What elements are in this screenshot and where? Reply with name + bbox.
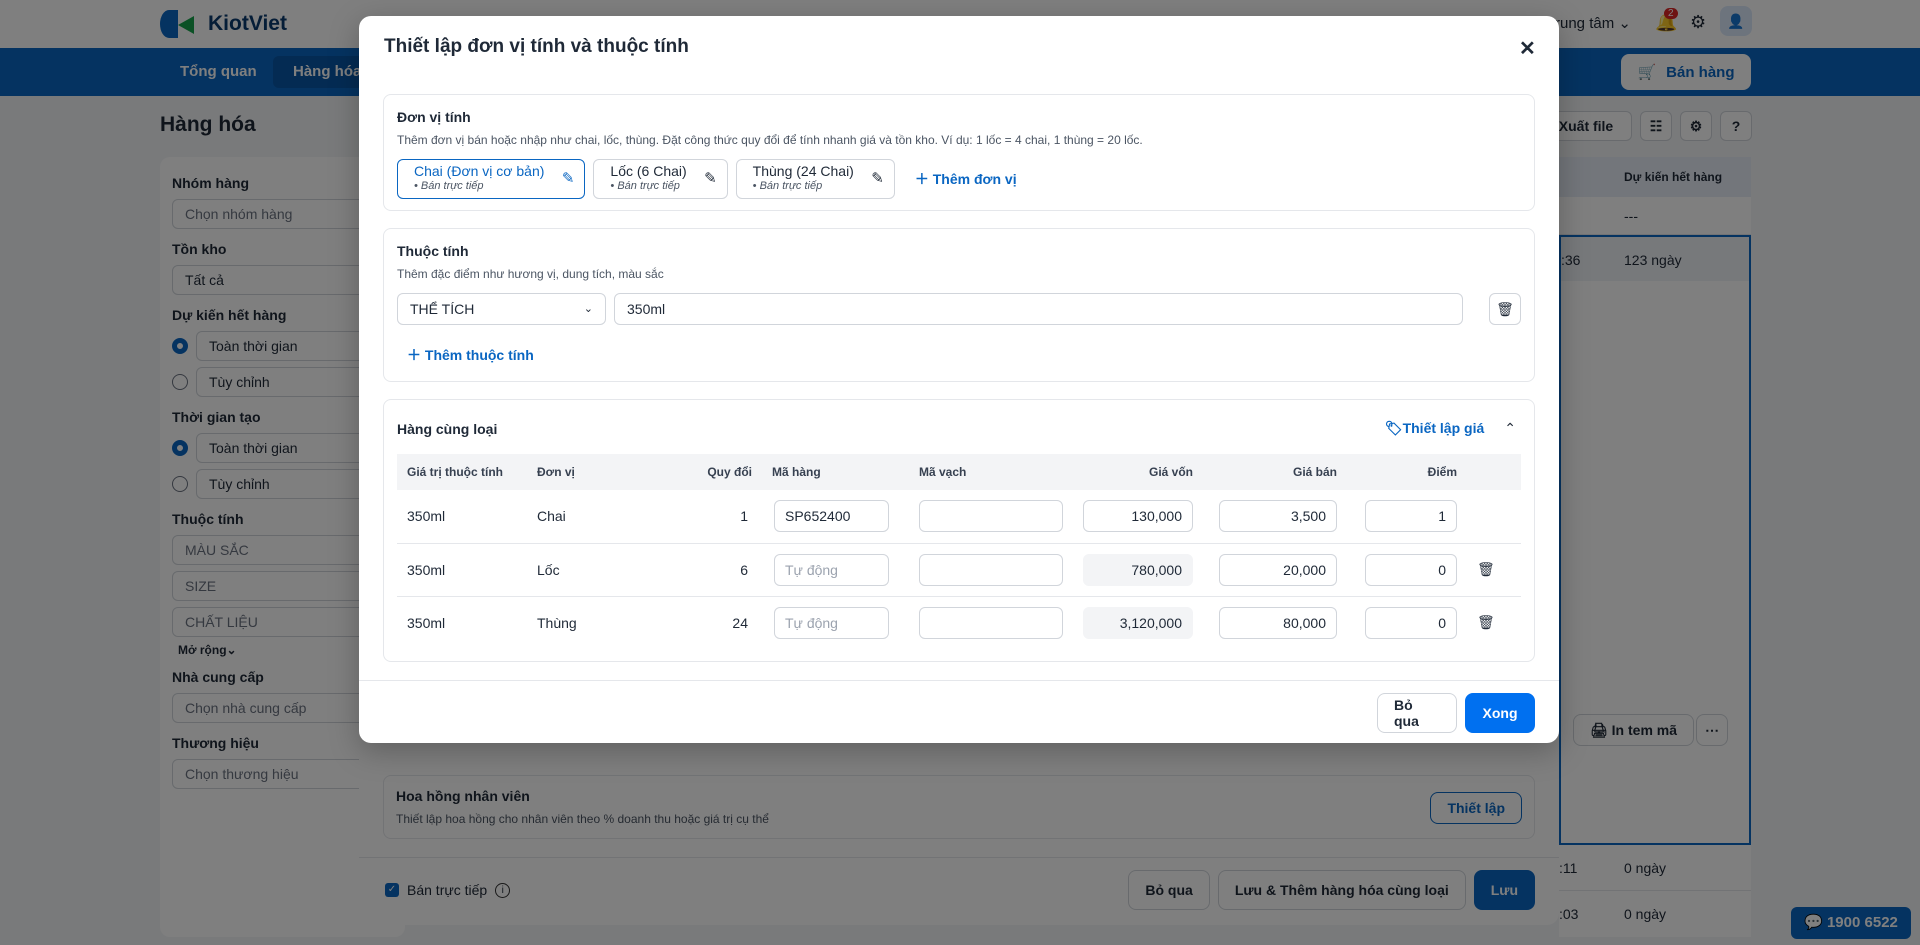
variants-section: Hàng cùng loại 🏷Thiết lập giá ⌃ Giá trị t… bbox=[383, 399, 1535, 662]
tag-icon: 🏷 bbox=[1384, 420, 1403, 436]
cancel-button[interactable]: Bỏ qua bbox=[1377, 693, 1457, 733]
cost-input[interactable]: 130,000 bbox=[1083, 500, 1193, 533]
unit-name: Lốc (6 Chai) bbox=[610, 163, 687, 179]
attribute-name-select[interactable]: THỂ TÍCH ⌄ bbox=[397, 293, 606, 325]
price-input[interactable]: 80,000 bbox=[1219, 606, 1337, 639]
unit-chip-loc[interactable]: Lốc (6 Chai) • Bán trực tiếp ✎ bbox=[593, 159, 728, 199]
attributes-desc: Thêm đặc điểm như hương vị, dung tích, m… bbox=[397, 267, 664, 281]
modal-footer: Bỏ qua Xong bbox=[359, 680, 1559, 743]
col-points: Điểm bbox=[1347, 454, 1467, 490]
variant-row: 350ml Thùng 24 Tự động 3,120,000 80,000 … bbox=[397, 596, 1521, 649]
unit-attribute-modal: Thiết lập đơn vị tính và thuộc tính ✕ Đơ… bbox=[359, 16, 1559, 743]
barcode-input[interactable] bbox=[919, 606, 1063, 639]
chevron-up-icon[interactable]: ⌃ bbox=[1504, 420, 1516, 437]
barcode-input[interactable] bbox=[919, 553, 1063, 586]
attribute-name: THỂ TÍCH bbox=[410, 301, 475, 317]
plus-icon: ＋ bbox=[914, 171, 929, 187]
variant-row: 350ml Lốc 6 Tự động 780,000 20,000 0 🗑 bbox=[397, 543, 1521, 597]
cell-ratio: 24 bbox=[732, 614, 748, 631]
modal-title: Thiết lập đơn vị tính và thuộc tính bbox=[384, 36, 689, 57]
barcode-input[interactable] bbox=[919, 500, 1063, 533]
edit-icon[interactable]: ✎ bbox=[562, 169, 575, 187]
trash-icon[interactable]: 🗑 bbox=[1489, 293, 1521, 325]
variants-title: Hàng cùng loại bbox=[397, 420, 498, 437]
points-input[interactable]: 0 bbox=[1365, 606, 1457, 639]
price-input[interactable]: 3,500 bbox=[1219, 500, 1337, 533]
trash-icon[interactable]: 🗑 bbox=[1477, 614, 1495, 630]
col-ratio: Quy đổi bbox=[637, 454, 762, 490]
col-cost: Giá vốn bbox=[1083, 454, 1203, 490]
units-title: Đơn vị tính bbox=[397, 109, 471, 125]
unit-name: Thùng (24 Chai) bbox=[752, 163, 854, 179]
done-button[interactable]: Xong bbox=[1465, 693, 1535, 733]
cell-unit: Thùng bbox=[537, 614, 577, 631]
add-attribute-button[interactable]: ＋ Thêm thuộc tính bbox=[407, 345, 1521, 365]
variant-row: 350ml Chai 1 SP652400 130,000 3,500 1 bbox=[397, 490, 1521, 544]
attributes-section: Thuộc tính Thêm đặc điểm như hương vị, d… bbox=[383, 228, 1535, 382]
cell-attr-value: 350ml bbox=[397, 543, 527, 597]
add-unit-label: Thêm đơn vị bbox=[932, 171, 1017, 187]
points-input[interactable]: 0 bbox=[1365, 553, 1457, 586]
variants-table: Giá trị thuộc tính Đơn vị Quy đổi Mã hàn… bbox=[397, 454, 1521, 649]
close-icon[interactable]: ✕ bbox=[1519, 36, 1536, 61]
cost-input: 3,120,000 bbox=[1083, 606, 1193, 639]
col-price: Giá bán bbox=[1203, 454, 1347, 490]
add-attribute-label: Thêm thuộc tính bbox=[424, 347, 534, 363]
unit-chip-chai[interactable]: Chai (Đơn vị cơ bản) • Bán trực tiếp ✎ bbox=[397, 159, 586, 199]
cell-ratio: 1 bbox=[637, 490, 762, 544]
col-unit: Đơn vị bbox=[527, 454, 637, 490]
code-input[interactable]: Tự động bbox=[774, 553, 889, 586]
col-code: Mã hàng bbox=[762, 454, 909, 490]
trash-icon[interactable]: 🗑 bbox=[1477, 561, 1495, 577]
attributes-title: Thuộc tính bbox=[397, 243, 469, 259]
units-desc: Thêm đơn vị bán hoặc nhập như chai, lốc,… bbox=[397, 133, 1143, 147]
code-input[interactable]: Tự động bbox=[774, 606, 889, 639]
points-input[interactable]: 1 bbox=[1365, 500, 1457, 533]
col-attr-value: Giá trị thuộc tính bbox=[397, 454, 527, 490]
price-setup-label: Thiết lập giá bbox=[1402, 420, 1485, 436]
cell-ratio: 6 bbox=[637, 543, 762, 597]
chevron-down-icon: ⌄ bbox=[583, 303, 593, 315]
unit-chip-thung[interactable]: Thùng (24 Chai) • Bán trực tiếp ✎ bbox=[735, 159, 895, 199]
unit-sub: • Bán trực tiếp bbox=[610, 180, 680, 192]
edit-icon[interactable]: ✎ bbox=[704, 169, 717, 187]
price-input[interactable]: 20,000 bbox=[1219, 553, 1337, 586]
cell-unit: Lốc bbox=[527, 543, 637, 597]
unit-sub: • Bán trực tiếp bbox=[752, 180, 823, 192]
code-input[interactable]: SP652400 bbox=[774, 500, 889, 533]
units-section: Đơn vị tính Thêm đơn vị bán hoặc nhập nh… bbox=[383, 94, 1535, 211]
cost-input: 780,000 bbox=[1083, 553, 1193, 586]
cell-unit: Chai bbox=[527, 490, 637, 544]
unit-name: Chai (Đơn vị cơ bản) bbox=[414, 163, 545, 179]
unit-sub: • Bán trực tiếp bbox=[414, 180, 484, 192]
edit-icon[interactable]: ✎ bbox=[871, 169, 884, 187]
price-setup-link[interactable]: 🏷Thiết lập giá bbox=[1385, 420, 1484, 437]
cell-attr-value: 350ml bbox=[397, 490, 527, 544]
plus-icon: ＋ bbox=[407, 347, 421, 363]
add-unit-button[interactable]: ＋ Thêm đơn vị bbox=[915, 169, 1017, 189]
attribute-value-input[interactable]: 350ml bbox=[614, 293, 1463, 325]
cell-attr-value: 350ml bbox=[407, 614, 446, 631]
col-barcode: Mã vạch bbox=[909, 454, 1083, 490]
